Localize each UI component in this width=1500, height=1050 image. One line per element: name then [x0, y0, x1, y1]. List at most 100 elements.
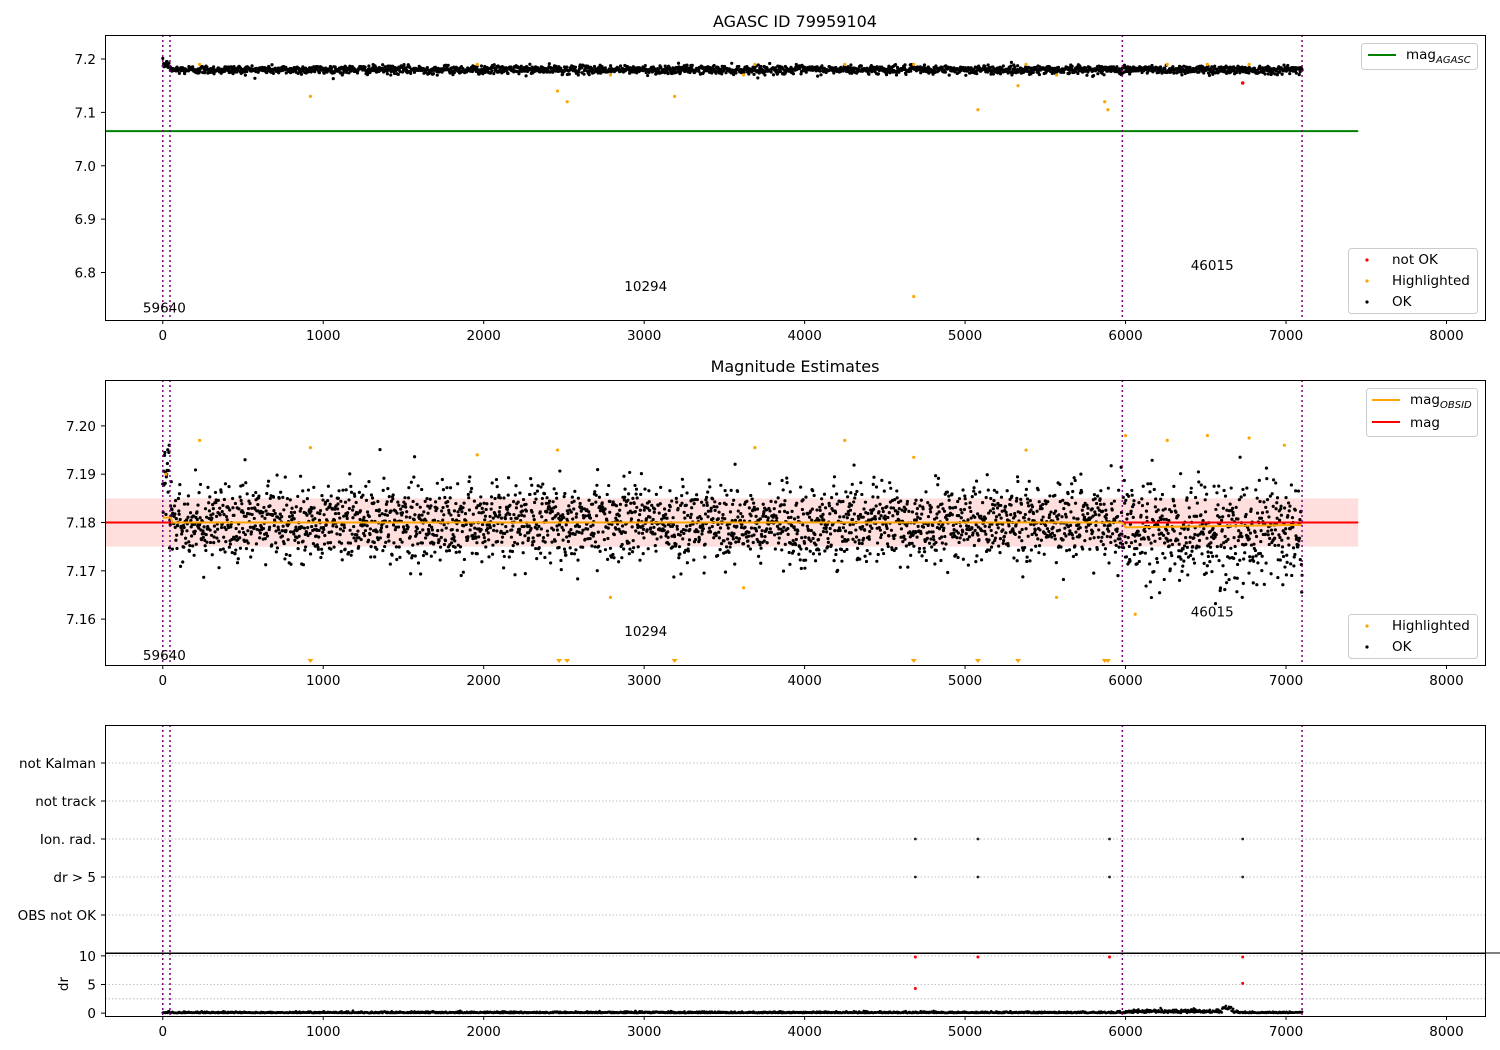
ok-point: [196, 503, 200, 507]
ok-point: [644, 71, 648, 75]
ok-point: [410, 505, 414, 510]
ok-point: [745, 499, 749, 503]
ok-point: [193, 529, 197, 533]
ok-point: [556, 512, 560, 516]
ok-point: [414, 529, 418, 533]
ok-point: [372, 501, 376, 505]
ok-point: [594, 493, 598, 497]
ok-point: [678, 533, 682, 537]
ok-point: [227, 484, 231, 489]
ok-point: [318, 508, 323, 513]
ok-point: [404, 515, 408, 519]
ok-point: [537, 533, 542, 537]
ok-point: [535, 527, 539, 531]
ok-point: [828, 512, 832, 516]
highlighted-point: [976, 108, 980, 112]
ok-point: [810, 507, 814, 511]
ok-point: [657, 511, 661, 515]
ok-point: [228, 542, 233, 546]
ok-point: [776, 532, 780, 536]
ok-point: [435, 506, 439, 511]
ok-point: [717, 536, 722, 540]
ok-point: [705, 501, 709, 505]
ok-point: [204, 548, 208, 553]
ok-point: [265, 491, 269, 496]
ok-point: [165, 461, 169, 466]
ok-point: [671, 523, 676, 527]
ok-point: [671, 516, 675, 520]
ok-point: [714, 533, 718, 538]
ok-point: [853, 492, 858, 496]
ok-point: [915, 506, 920, 511]
ok-point: [442, 542, 447, 547]
ok-point: [1015, 496, 1019, 501]
ok-point: [964, 502, 968, 506]
ok-point: [521, 541, 525, 545]
ok-point: [631, 496, 635, 501]
ok-point: [1038, 528, 1042, 532]
ok-point: [480, 560, 484, 564]
ok-point: [768, 482, 772, 486]
ok-point: [562, 547, 567, 551]
ok-point: [573, 65, 578, 69]
ok-point: [498, 496, 502, 500]
ok-point: [342, 525, 347, 530]
ok-point: [794, 542, 798, 547]
ok-point: [224, 527, 228, 532]
ok-point: [263, 537, 267, 541]
ok-point: [254, 490, 258, 495]
ok-point: [286, 538, 290, 542]
ok-point: [443, 539, 448, 543]
ok-point: [766, 516, 770, 520]
ok-point: [612, 556, 616, 560]
ok-point: [971, 531, 975, 535]
ok-point: [362, 523, 366, 527]
ok-point: [328, 502, 332, 506]
ok-point: [832, 558, 836, 563]
ok-point: [914, 498, 918, 502]
ok-point: [961, 530, 965, 534]
ok-point: [755, 507, 760, 511]
ok-point: [762, 539, 766, 543]
ok-point: [812, 493, 816, 498]
ok-point: [588, 516, 593, 520]
ok-point: [319, 555, 323, 560]
ok-point: [489, 495, 494, 499]
ok-point: [841, 526, 845, 530]
ok-point: [892, 536, 896, 541]
ok-point: [558, 469, 562, 473]
ok-point: [578, 501, 582, 506]
ok-point: [213, 490, 218, 495]
ok-point: [870, 526, 874, 530]
ok-point: [305, 497, 309, 501]
ok-point: [972, 486, 976, 490]
ok-point: [608, 546, 613, 550]
ok-point: [409, 480, 413, 484]
ok-point: [628, 547, 632, 551]
ok-point: [906, 565, 910, 569]
ok-point: [435, 533, 439, 538]
ok-point: [240, 502, 244, 506]
ok-point: [959, 507, 963, 512]
ok-point: [707, 478, 711, 482]
ok-point: [396, 72, 400, 76]
not-ok-point: [1240, 81, 1245, 85]
ok-point: [297, 534, 301, 538]
ok-point: [738, 518, 743, 522]
ok-point: [891, 506, 896, 510]
ok-point: [623, 530, 627, 535]
ok-point: [462, 557, 467, 562]
ok-point: [454, 550, 458, 554]
ok-point: [523, 571, 527, 576]
ok-point: [577, 524, 582, 529]
ok-point: [276, 527, 281, 532]
x-tick-label: 2000: [467, 328, 501, 344]
ok-point: [274, 541, 278, 545]
ok-point: [875, 559, 879, 563]
ok-point: [176, 496, 181, 501]
ok-point: [420, 541, 424, 545]
ok-point: [728, 545, 732, 549]
ok-point: [1057, 513, 1061, 517]
ok-point: [282, 541, 286, 546]
ok-point: [680, 501, 684, 505]
